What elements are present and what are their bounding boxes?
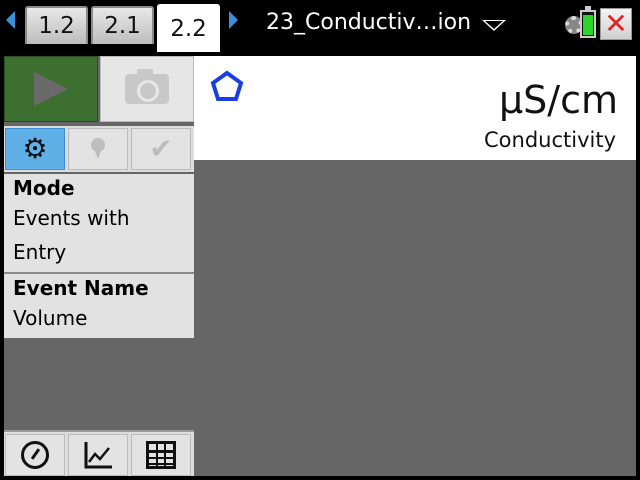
close-button[interactable]: ✕ <box>600 8 632 40</box>
tab-scroll-right-icon[interactable] <box>229 11 238 29</box>
battery-icon <box>580 6 596 38</box>
graph-icon <box>84 442 112 469</box>
tool-row: ⚙ ✔ <box>4 126 194 172</box>
mark-button[interactable] <box>68 128 128 170</box>
mode-label: Mode <box>13 176 75 200</box>
gear-icon: ⚙ <box>22 132 48 165</box>
sensor-meter[interactable]: μS/cm Conductivity <box>194 56 636 160</box>
close-icon: ✕ <box>604 7 628 40</box>
mode-value-line2[interactable]: Entry <box>4 238 194 272</box>
keep-button[interactable]: ✔ <box>131 128 191 170</box>
settings-button[interactable]: ⚙ <box>5 128 65 170</box>
view-switcher <box>4 430 194 476</box>
camera-icon <box>125 69 169 104</box>
marker-icon <box>91 138 105 159</box>
battery-level <box>583 14 593 35</box>
sensor-quantity: Conductivity <box>484 128 616 152</box>
document-menu-chevron-icon[interactable] <box>482 20 506 31</box>
sensor-unit: μS/cm <box>498 78 618 122</box>
play-icon <box>34 72 68 106</box>
meter-view-button[interactable] <box>5 434 65 476</box>
main-panel: ⚙ ✔ Mode Events with Entry Event Name Vo… <box>0 52 640 480</box>
meter-display-area: μS/cm Conductivity <box>194 56 636 476</box>
start-collection-button[interactable] <box>4 56 98 122</box>
meter-icon <box>21 441 49 469</box>
table-icon <box>146 441 176 469</box>
tab-scroll-left-icon[interactable] <box>6 11 15 29</box>
snapshot-button[interactable] <box>100 56 194 122</box>
tab-2-2[interactable]: 2.2 <box>157 4 220 52</box>
event-name-value[interactable]: Volume <box>4 304 194 338</box>
event-name-label: Event Name <box>13 276 149 300</box>
check-icon: ✔ <box>149 132 173 165</box>
top-bar: 1.2 2.1 2.2 23_Conductiv…ion ✕ <box>0 0 640 52</box>
pentagon-icon <box>210 70 244 101</box>
tab-2-1[interactable]: 2.1 <box>91 6 154 44</box>
tab-1-2[interactable]: 1.2 <box>25 6 88 44</box>
document-title[interactable]: 23_Conductiv…ion <box>266 10 471 35</box>
table-view-button[interactable] <box>131 434 191 476</box>
mode-value-line1[interactable]: Events with <box>4 204 194 238</box>
collection-info: Mode Events with Entry Event Name Volume <box>4 174 194 338</box>
graph-view-button[interactable] <box>68 434 128 476</box>
data-collection-sidebar: ⚙ ✔ Mode Events with Entry Event Name Vo… <box>4 56 194 476</box>
